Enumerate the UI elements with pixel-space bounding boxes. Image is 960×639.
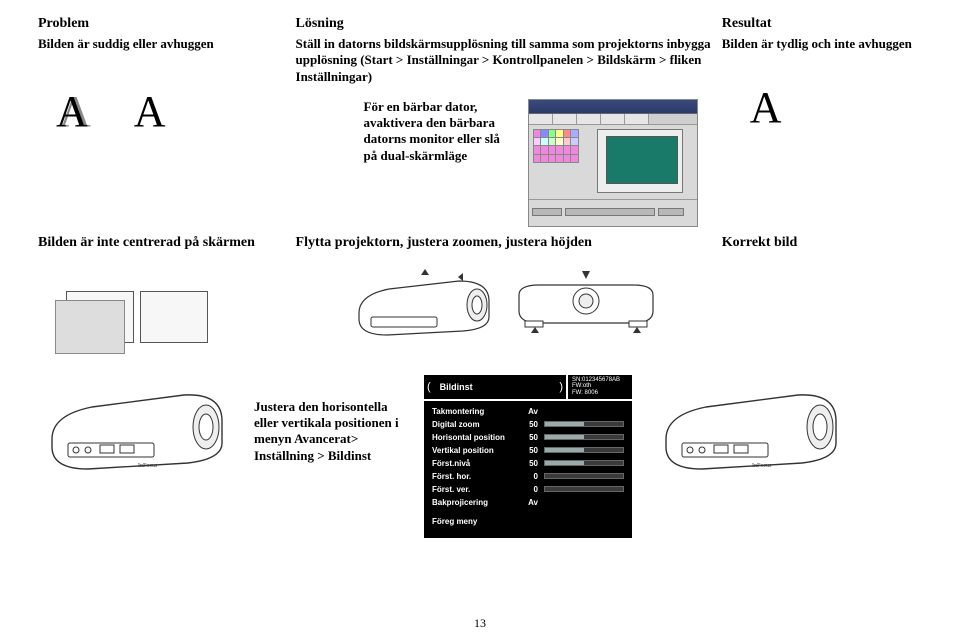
color-palette-icon: [533, 129, 579, 163]
section2-problem: Bilden är inte centrerad på skärmen: [38, 235, 288, 251]
osd-row-value: Av: [520, 407, 538, 416]
header-solution: Lösning: [294, 14, 720, 34]
section1-result: Bilden är tydlig och inte avhuggen: [722, 36, 918, 52]
adjust-position-note: Justera den horisontella eller vertikala…: [254, 399, 404, 464]
monitor-icon: [597, 129, 683, 193]
osd-slider: [544, 460, 624, 466]
section1-problem: Bilden är suddig eller avhuggen: [38, 36, 288, 52]
osd-row-value: 50: [520, 446, 538, 455]
osd-row-label: Först.nivå: [432, 459, 514, 468]
osd-info: SN:012345678AB FW:oth FW: 8006: [566, 375, 632, 399]
offset-screens-illustration: [66, 291, 288, 343]
projector-front-icon: [511, 267, 661, 339]
osd-row-label: Horisontal position: [432, 433, 514, 442]
osd-row-label: Först. ver.: [432, 485, 514, 494]
svg-text:InFocus: InFocus: [752, 463, 772, 469]
osd-row: Först. ver. 0: [432, 483, 624, 496]
osd-row: Först.nivå 50: [432, 457, 624, 470]
osd-row-value: Av: [520, 498, 538, 507]
osd-row: Bakprojicering Av: [432, 496, 624, 509]
osd-menu: ( Bildinst ) SN:012345678AB FW:oth FW: 8…: [424, 375, 632, 538]
display-properties-dialog: [528, 99, 698, 227]
osd-row-value: 50: [520, 459, 538, 468]
projector-icon: [349, 267, 499, 339]
osd-row: Vertikal position 50: [432, 444, 624, 457]
osd-row-label: Först. hor.: [432, 472, 514, 481]
projector-adjust-illustration: [296, 267, 714, 339]
osd-slider: [544, 447, 624, 453]
osd-row-label: Bakprojicering: [432, 498, 514, 507]
laptop-note: För en bärbar dator, avaktivera den bärb…: [364, 99, 514, 164]
osd-arrow-right-icon: ): [556, 381, 566, 393]
section1-solution-text: Ställ in datorns bildskärmsupplösning ti…: [296, 36, 714, 85]
section2-solution: Flytta projektorn, justera zoomen, juste…: [296, 235, 714, 251]
osd-arrow-left-icon: (: [424, 381, 434, 393]
osd-row-value: 0: [520, 472, 538, 481]
osd-prev-menu: Föreg meny: [432, 517, 624, 526]
projector-large-right: InFocus: [652, 375, 848, 475]
osd-row: Först. hor. 0: [432, 470, 624, 483]
osd-slider: [544, 486, 624, 492]
osd-slider: [544, 473, 624, 479]
clear-a-illustration: A: [750, 82, 918, 133]
osd-row: Takmontering Av: [432, 405, 624, 418]
osd-row-label: Digital zoom: [432, 420, 514, 429]
blurry-a-illustration: A A A: [56, 86, 288, 137]
projector-large-left: InFocus: [38, 375, 234, 475]
page-number: 13: [0, 616, 960, 631]
header-result: Resultat: [720, 14, 924, 34]
osd-slider: [544, 434, 624, 440]
osd-slider: [544, 421, 624, 427]
osd-row-label: Takmontering: [432, 407, 514, 416]
svg-text:InFocus: InFocus: [138, 463, 158, 469]
section2-result: Korrekt bild: [722, 235, 918, 251]
osd-row-value: 50: [520, 420, 538, 429]
osd-row-value: 0: [520, 485, 538, 494]
osd-row-value: 50: [520, 433, 538, 442]
osd-row: Horisontal position 50: [432, 431, 624, 444]
header-problem: Problem: [36, 14, 294, 34]
osd-title: Bildinst: [434, 378, 557, 396]
osd-row: Digital zoom 50: [432, 418, 624, 431]
osd-row-label: Vertikal position: [432, 446, 514, 455]
